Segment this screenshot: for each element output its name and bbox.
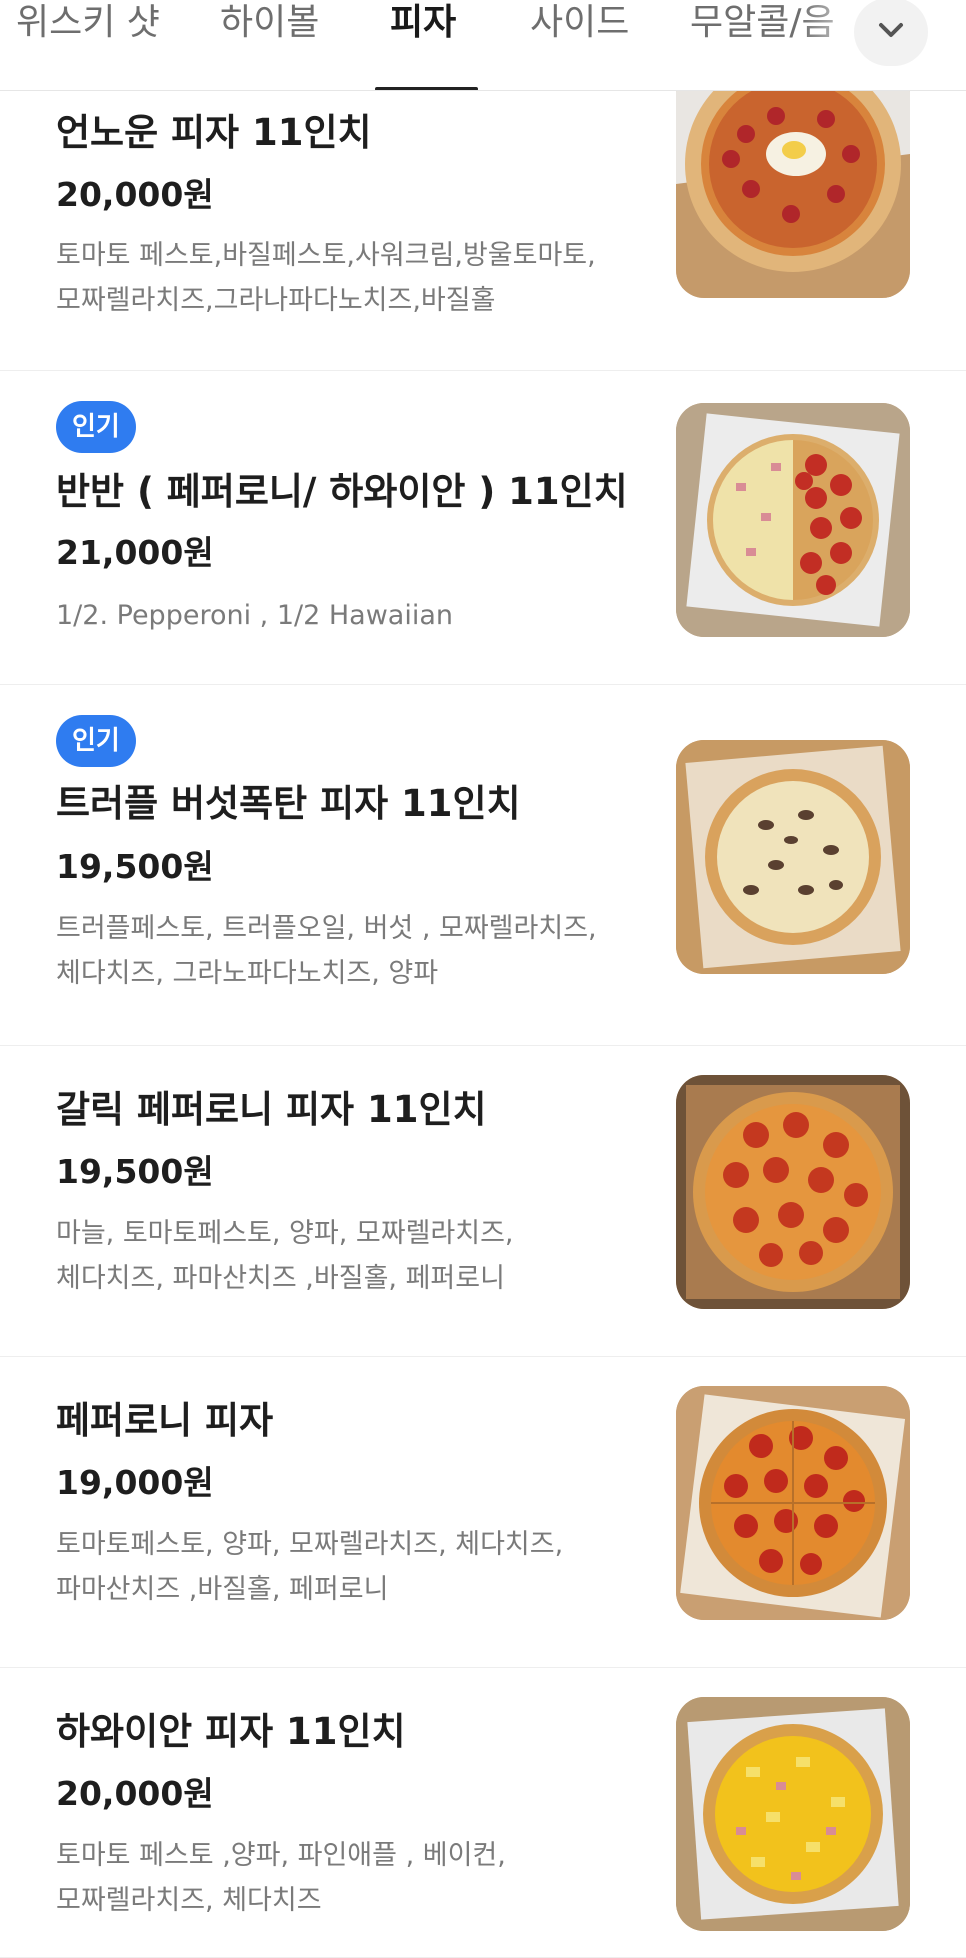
menu-item-name: 갈릭 페퍼로니 피자 11인치 — [56, 1088, 487, 1131]
menu-item-price: 19,500원 — [56, 847, 214, 886]
active-tab-indicator — [375, 87, 478, 90]
menu-item-price: 19,000원 — [56, 1463, 214, 1502]
tab-whisky-shot[interactable]: 위스키 샷 — [16, 0, 160, 90]
menu-item-description-line1: 트러플페스토, 트러플오일, 버섯 , 모짜렐라치즈, — [56, 913, 597, 944]
menu-item-price: 19,500원 — [56, 1152, 214, 1191]
expand-categories-button[interactable] — [854, 0, 928, 66]
menu-item-description-line1: 토마토 페스토 ,양파, 파인애플 , 베이컨, — [56, 1840, 506, 1871]
menu-item-description-line1: 토마토 페스토,바질페스토,사워크림,방울토마토, — [56, 240, 596, 271]
tab-highball[interactable]: 하이볼 — [220, 0, 319, 90]
pepperoni-pizza-photo — [676, 1386, 910, 1620]
menu-item-truffle-mushroom-pizza[interactable]: 인기 트러플 버섯폭탄 피자 11인치 19,500원 트러플페스토, 트러플오… — [0, 684, 966, 1046]
menu-item-description-line2: 체다치즈, 그라노파다노치즈, 양파 — [56, 958, 439, 989]
menu-item-price: 20,000원 — [56, 175, 214, 214]
hawaiian-pizza-photo — [676, 1697, 910, 1931]
truffle-mushroom-pizza-photo — [676, 740, 910, 974]
menu-item-description-line2: 파마산치즈 ,바질홀, 페퍼로니 — [56, 1574, 389, 1605]
menu-item-garlic-pepperoni-pizza[interactable]: 갈릭 페퍼로니 피자 11인치 19,500원 마늘, 토마토페스토, 양파, … — [0, 1045, 966, 1357]
popular-badge: 인기 — [56, 715, 136, 767]
menu-item-half-half-pizza[interactable]: 인기 반반 ( 페퍼로니/ 하와이안 ) 11인치 21,000원 1/2. P… — [0, 370, 966, 685]
garlic-pepperoni-pizza-photo — [676, 1075, 910, 1309]
menu-item-price: 20,000원 — [56, 1774, 214, 1813]
tab-pizza[interactable]: 피자 — [390, 0, 456, 90]
menu-item-price: 21,000원 — [56, 533, 214, 572]
menu-item-description-line2: 모짜렐라치즈,그라나파다노치즈,바질홀 — [56, 285, 496, 316]
menu-item-pepperoni-pizza[interactable]: 페퍼로니 피자 19,000원 토마토페스토, 양파, 모짜렐라치즈, 체다치즈… — [0, 1356, 966, 1668]
menu-item-description-line1: 1/2. Pepperoni , 1/2 Hawaiian — [56, 600, 453, 631]
popular-badge: 인기 — [56, 401, 136, 453]
menu-item-hawaiian-pizza[interactable]: 하와이안 피자 11인치 20,000원 토마토 페스토 ,양파, 파인애플 ,… — [0, 1667, 966, 1958]
menu-item-name: 반반 ( 페퍼로니/ 하와이안 ) 11인치 — [56, 470, 628, 513]
menu-item-name: 트러플 버섯폭탄 피자 11인치 — [56, 782, 521, 825]
half-half-pizza-photo — [676, 403, 910, 637]
tab-side[interactable]: 사이드 — [530, 0, 629, 90]
chevron-down-icon — [874, 13, 908, 51]
menu-item-name: 언노운 피자 11인치 — [56, 111, 372, 154]
category-tab-bar: 위스키 샷 하이볼 피자 사이드 무알콜/음 — [0, 0, 966, 91]
menu-item-name: 하와이안 피자 11인치 — [56, 1710, 406, 1753]
menu-item-description-line2: 체다치즈, 파마산치즈 ,바질홀, 페퍼로니 — [56, 1263, 505, 1294]
menu-item-description-line1: 마늘, 토마토페스토, 양파, 모짜렐라치즈, — [56, 1218, 514, 1249]
menu-item-description-line1: 토마토페스토, 양파, 모짜렐라치즈, 체다치즈, — [56, 1529, 564, 1560]
unknown-pizza-photo — [676, 64, 910, 298]
menu-item-description-line2: 모짜렐라치즈, 체다치즈 — [56, 1885, 322, 1916]
menu-item-name: 페퍼로니 피자 — [56, 1399, 274, 1442]
